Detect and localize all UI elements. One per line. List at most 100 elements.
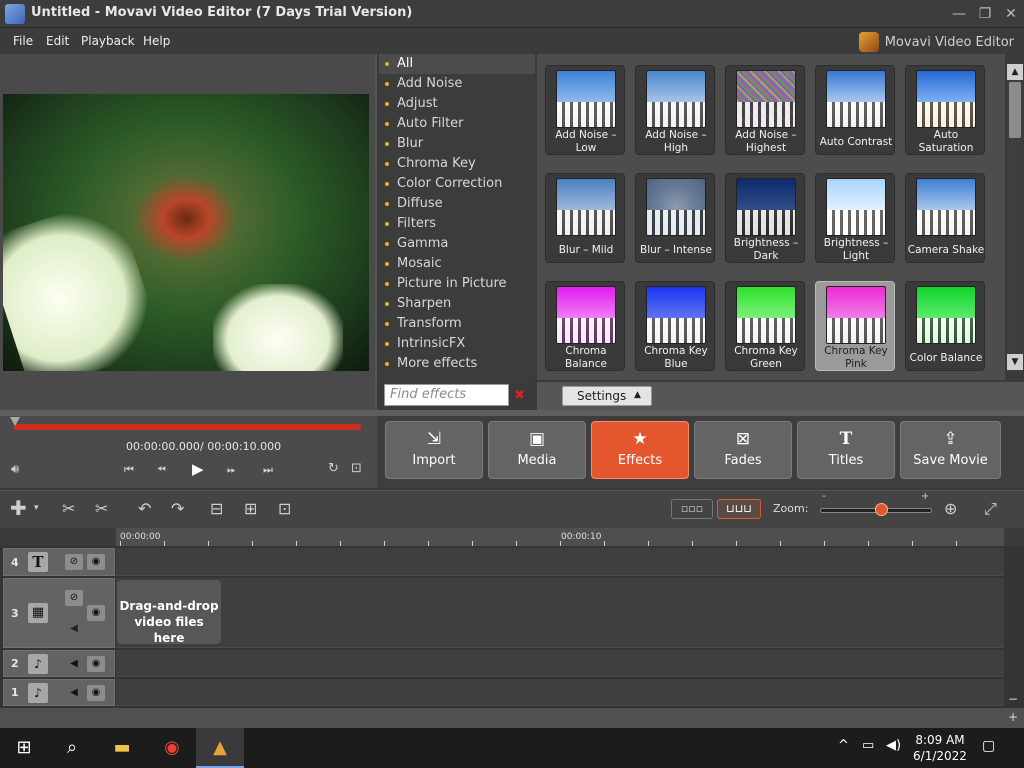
menu-file[interactable]: File xyxy=(13,34,33,48)
effect-tile[interactable]: Add Noise – High xyxy=(635,65,715,155)
category-intrinsicfx[interactable]: IntrinsicFX xyxy=(379,334,535,354)
category-more-effects[interactable]: More effects xyxy=(379,354,535,374)
effect-tile[interactable]: Brightness – Light xyxy=(815,173,895,263)
visibility-icon[interactable]: ◉ xyxy=(87,554,105,570)
category-all[interactable]: All xyxy=(379,54,535,74)
visibility-icon[interactable]: ◉ xyxy=(87,605,105,621)
fades-button[interactable]: ⊠ Fades xyxy=(694,421,792,479)
titles-button[interactable]: T Titles xyxy=(797,421,895,479)
rewind-icon[interactable]: ⏪︎ xyxy=(157,463,166,477)
chrome-icon[interactable]: ◉ xyxy=(148,728,196,768)
effect-tile[interactable]: Blur – Mild xyxy=(545,173,625,263)
effect-tile[interactable]: Chroma Key Blue xyxy=(635,281,715,371)
category-add-noise[interactable]: Add Noise xyxy=(379,74,535,94)
close-button[interactable]: ✕ xyxy=(1001,4,1021,24)
effect-tile[interactable]: Add Noise – Highest xyxy=(725,65,805,155)
volume-icon[interactable]: 🔊︎ xyxy=(11,462,19,477)
save-movie-button[interactable]: ⇪ Save Movie xyxy=(900,421,1001,479)
effect-tile[interactable]: Brightness – Dark xyxy=(725,173,805,263)
loop-icon[interactable]: ↻ xyxy=(328,461,339,476)
clip-settings-icon[interactable]: ⊡ xyxy=(278,499,291,518)
category-gamma[interactable]: Gamma xyxy=(379,234,535,254)
category-chroma-key[interactable]: Chroma Key xyxy=(379,154,535,174)
clip-properties-icon[interactable]: ⊞ xyxy=(244,499,257,518)
add-track-icon[interactable]: + xyxy=(1008,710,1018,724)
category-auto-filter[interactable]: Auto Filter xyxy=(379,114,535,134)
effect-tile[interactable]: Chroma Key Pink xyxy=(815,281,895,371)
visibility-icon[interactable]: ◉ xyxy=(87,685,105,701)
volume-tray-icon[interactable]: ◀) xyxy=(886,738,901,753)
search-icon[interactable]: ⌕ xyxy=(48,728,96,768)
category-adjust[interactable]: Adjust xyxy=(379,94,535,114)
timeline-scrollbar[interactable] xyxy=(0,708,1024,728)
effect-tile[interactable]: Chroma Key Green xyxy=(725,281,805,371)
network-icon[interactable]: ▭ xyxy=(862,738,874,753)
lock-icon[interactable]: ⊘ xyxy=(65,590,83,606)
track-3-lane[interactable] xyxy=(116,578,1004,648)
snapshot-icon[interactable]: ⊡ xyxy=(351,461,362,476)
menu-edit[interactable]: Edit xyxy=(46,34,69,48)
category-color-correction[interactable]: Color Correction xyxy=(379,174,535,194)
movavi-taskbar-icon[interactable]: ▲ xyxy=(196,728,244,768)
cut-icon[interactable]: ✂ xyxy=(95,499,108,518)
category-blur[interactable]: Blur xyxy=(379,134,535,154)
fast-forward-icon[interactable]: ⏩︎ xyxy=(227,463,236,477)
video-preview[interactable] xyxy=(3,94,369,371)
scroll-down-icon[interactable]: ▼ xyxy=(1007,354,1023,370)
effect-tile[interactable]: Color Balance xyxy=(905,281,985,371)
clear-search-icon[interactable]: ✖ xyxy=(514,388,525,403)
add-dropdown-icon[interactable]: ▾ xyxy=(34,503,39,513)
scroll-thumb[interactable] xyxy=(1009,82,1021,138)
add-icon[interactable]: ✚ xyxy=(10,496,27,520)
go-to-end-icon[interactable]: ⏭︎ xyxy=(263,463,273,477)
effect-tile[interactable]: Blur – Intense xyxy=(635,173,715,263)
lock-icon[interactable]: ⊘ xyxy=(65,554,83,570)
track-1-lane[interactable] xyxy=(116,679,1004,706)
volume-icon[interactable]: ◀ xyxy=(65,621,83,637)
category-diffuse[interactable]: Diffuse xyxy=(379,194,535,214)
rotate-left-icon[interactable]: ↶ xyxy=(138,499,151,518)
category-sharpen[interactable]: Sharpen xyxy=(379,294,535,314)
start-icon[interactable]: ⊞ xyxy=(0,728,48,768)
media-button[interactable]: ▣ Media xyxy=(488,421,586,479)
menu-help[interactable]: Help xyxy=(143,34,170,48)
rotate-right-icon[interactable]: ↷ xyxy=(171,499,184,518)
fullscreen-icon[interactable]: ⤢ xyxy=(984,499,997,519)
effect-tile[interactable]: Chroma Balance xyxy=(545,281,625,371)
volume-icon[interactable]: ◀ xyxy=(65,685,83,701)
track-2-lane[interactable] xyxy=(116,650,1004,677)
effect-tile[interactable]: Camera Shake xyxy=(905,173,985,263)
import-button[interactable]: ⇲ Import xyxy=(385,421,483,479)
restore-button[interactable]: ❐ xyxy=(975,4,995,24)
menu-playback[interactable]: Playback xyxy=(81,34,135,48)
zoom-slider-knob[interactable] xyxy=(874,503,888,516)
playhead-icon[interactable] xyxy=(10,417,20,426)
crop-icon[interactable]: ⊟ xyxy=(210,499,223,518)
timeline-view-icon[interactable]: ⊔⊔⊔ xyxy=(717,499,761,519)
notifications-icon[interactable]: ▢ xyxy=(982,738,995,754)
effect-tile[interactable]: Auto Saturation xyxy=(905,65,985,155)
zoom-fit-icon[interactable]: ⊕ xyxy=(944,499,957,518)
play-icon[interactable]: ▶ xyxy=(192,460,204,478)
go-to-start-icon[interactable]: ⏮︎ xyxy=(124,463,134,477)
file-explorer-icon[interactable]: ▬ xyxy=(98,728,146,768)
track-4-lane[interactable] xyxy=(116,548,1004,576)
split-icon[interactable]: ✂ xyxy=(62,499,75,518)
effect-tile[interactable]: Add Noise – Low xyxy=(545,65,625,155)
category-mosaic[interactable]: Mosaic xyxy=(379,254,535,274)
category-picture-in-picture[interactable]: Picture in Picture xyxy=(379,274,535,294)
playback-progress-bar[interactable] xyxy=(14,424,361,430)
minimize-button[interactable]: — xyxy=(949,4,969,24)
visibility-icon[interactable]: ◉ xyxy=(87,656,105,672)
drop-zone[interactable]: Drag-and-drop video files here xyxy=(117,580,221,645)
effect-tile[interactable]: Auto Contrast xyxy=(815,65,895,155)
storyboard-view-icon[interactable]: ▫▫▫ xyxy=(671,499,713,519)
category-filters[interactable]: Filters xyxy=(379,214,535,234)
category-transform[interactable]: Transform xyxy=(379,314,535,334)
volume-icon[interactable]: ◀ xyxy=(65,656,83,672)
chevron-up-icon[interactable]: ^ xyxy=(838,738,849,753)
collapse-icon[interactable]: − xyxy=(1008,692,1018,706)
clock[interactable]: 8:09 AM 6/1/2022 xyxy=(910,732,970,764)
find-effects-input[interactable]: Find effects xyxy=(384,384,509,406)
scroll-up-icon[interactable]: ▲ xyxy=(1007,64,1023,80)
